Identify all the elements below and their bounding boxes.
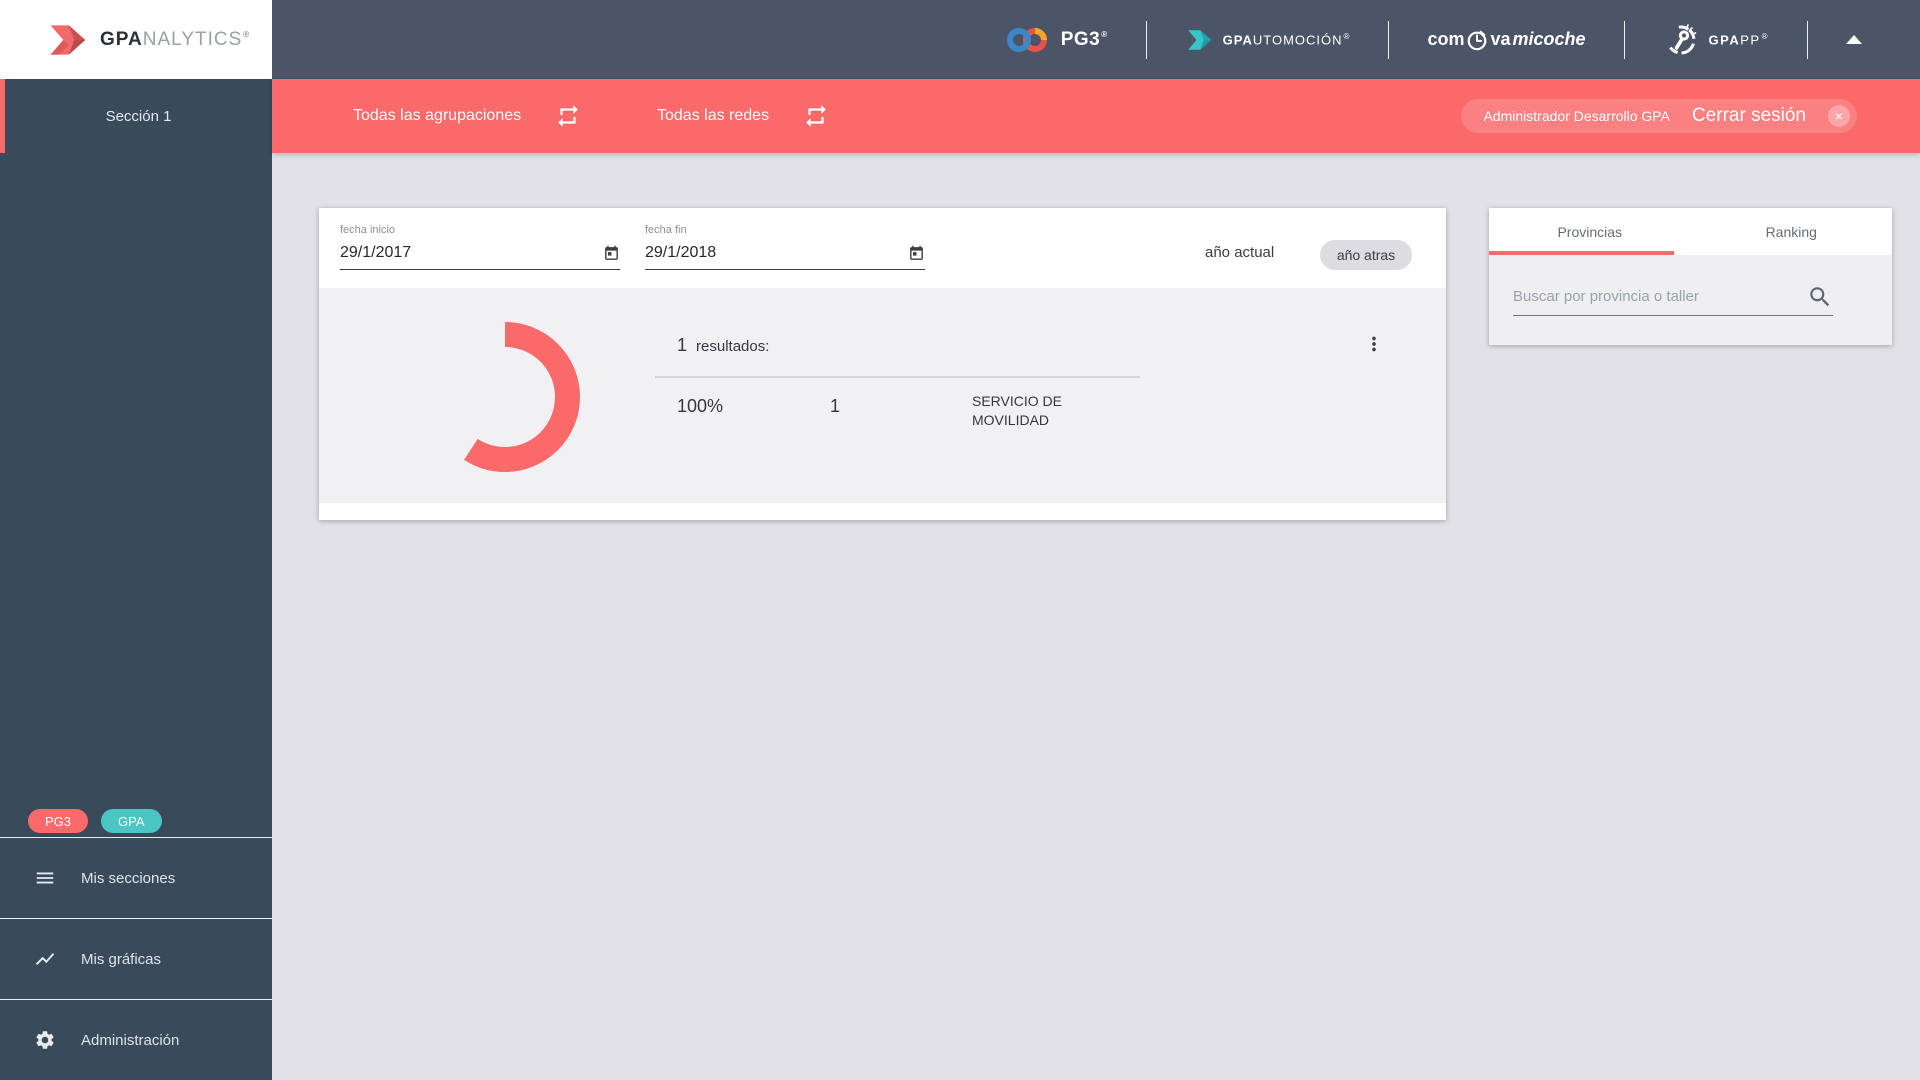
ano-actual-button[interactable]: año actual [1205, 244, 1274, 261]
page: GPANALYTICS® Sección 1 PG3 GPA Mis secci… [0, 0, 1920, 1080]
logo-reg-mark: ® [243, 30, 251, 40]
user-name-label: Administrador Desarrollo GPA [1483, 108, 1670, 124]
card-more-options-button[interactable] [1359, 329, 1389, 362]
top-header: PG3® GPAUTOMOCIÓN® com va micoche GPAPP® [272, 0, 1920, 79]
sidebar-item-administracion[interactable]: Administración [0, 999, 272, 1080]
header-divider [1807, 20, 1808, 59]
gpautomocion-arrow-icon [1187, 29, 1211, 50]
gpautomocion-logo: GPAUTOMOCIÓN® [1185, 27, 1351, 53]
pg3-badge-label: PG3 [45, 813, 72, 829]
results-count: 1 [677, 335, 688, 355]
logout-close-icon[interactable]: × [1828, 105, 1850, 127]
fecha-fin-label: fecha fin [645, 224, 687, 236]
gpapp-label: GPAPP® [1708, 31, 1769, 48]
gpautomocion-label: GPAUTOMOCIÓN® [1222, 31, 1351, 48]
comvamicoche-label: com va micoche [1427, 28, 1586, 52]
logo-bold: GPA [100, 28, 143, 50]
app-logo: GPANALYTICS® [0, 0, 272, 79]
provinces-panel: Provincias Ranking [1489, 208, 1892, 345]
wrench-gauge-icon [1666, 23, 1696, 54]
province-search-input[interactable] [1513, 288, 1807, 305]
gpanalytics-logo-icon [50, 24, 86, 55]
fecha-inicio-input[interactable] [340, 244, 603, 262]
list-icon [36, 872, 54, 884]
pg3-infinity-icon [1006, 27, 1047, 52]
results-count-label: resultados: [696, 338, 770, 355]
redes-filter-label: Todas las redes [657, 107, 770, 124]
sidebar: GPANALYTICS® Sección 1 PG3 GPA Mis secci… [0, 0, 272, 1080]
gpa-badge[interactable]: GPA [101, 809, 162, 833]
menu-item-label: Mis gráficas [81, 950, 162, 968]
fecha-fin-calendar-button[interactable] [908, 245, 925, 262]
results-divider [655, 376, 1140, 378]
results-heading: 1 resultados: [677, 335, 769, 356]
province-search-field [1513, 278, 1833, 316]
kebab-menu-icon [1372, 336, 1376, 352]
logo-rest: NALYTICS [142, 28, 243, 50]
comvamicoche-logo: com va micoche [1427, 28, 1586, 52]
result-row-percent: 100% [677, 396, 724, 416]
logout-button[interactable]: Cerrar sesión [1692, 105, 1806, 127]
tab-provincias[interactable]: Provincias [1489, 208, 1691, 255]
fecha-inicio-field: fecha inicio [340, 224, 620, 270]
repeat-icon [558, 105, 578, 127]
fecha-fin-field: fecha fin [645, 224, 925, 270]
menu-item-label: Mis secciones [81, 869, 176, 887]
fecha-fin-input[interactable] [645, 244, 908, 262]
repeat-icon [806, 105, 826, 127]
pg3-badge[interactable]: PG3 [28, 809, 89, 833]
app-logo-text: GPANALYTICS® [100, 29, 250, 51]
gpa-badge-label: GPA [118, 813, 145, 829]
result-row-label: SERVICIO DE MOVILIDAD [972, 393, 1062, 428]
fecha-inicio-calendar-button[interactable] [603, 245, 620, 262]
sidebar-item-mis-graficas[interactable]: Mis gráficas [0, 918, 272, 999]
gpapp-logo: GPAPP® [1663, 22, 1769, 58]
pg3-logo: PG3® [1005, 25, 1108, 55]
calendar-icon [605, 245, 618, 260]
gear-icon [36, 1031, 54, 1049]
fecha-inicio-label: fecha inicio [340, 224, 396, 236]
agrupaciones-filter-label: Todas las agrupaciones [353, 107, 522, 124]
search-icon [1810, 286, 1830, 306]
header-divider [1145, 20, 1147, 59]
sidebar-item-seccion-1[interactable]: Sección 1 [0, 79, 272, 153]
pg3-label: PG3® [1060, 28, 1108, 50]
panel-tabbar: Provincias Ranking [1489, 208, 1892, 255]
collapse-header-button[interactable] [1846, 35, 1862, 44]
sidebar-badges: PG3 GPA [28, 809, 162, 833]
ano-atras-button[interactable]: año atras [1320, 240, 1412, 270]
active-tab-indicator [1489, 251, 1675, 255]
filters-toolbar: Todas las agrupaciones Todas las redes A… [272, 79, 1920, 153]
section-tab-label: Sección 1 [105, 107, 172, 125]
header-divider [1388, 20, 1390, 59]
results-card: fecha inicio fecha fin [319, 208, 1446, 520]
chart-line-icon [35, 953, 55, 965]
header-divider [1623, 20, 1625, 59]
clock-icon [1468, 30, 1487, 50]
tab-ranking[interactable]: Ranking [1691, 208, 1893, 255]
calendar-icon [910, 245, 923, 260]
sidebar-item-mis-secciones[interactable]: Mis secciones [0, 837, 272, 918]
donut-chart [430, 322, 580, 472]
menu-item-label: Administración [81, 1031, 180, 1049]
sidebar-menu: Mis secciones Mis gráficas Administració… [0, 837, 272, 1080]
redes-filter-button[interactable]: Todas las redes [657, 79, 829, 153]
donut-arc [430, 322, 580, 472]
result-row-count: 1 [830, 396, 841, 416]
agrupaciones-filter-button[interactable]: Todas las agrupaciones [353, 79, 581, 153]
user-session-chip[interactable]: Administrador Desarrollo GPA Cerrar sesi… [1461, 99, 1857, 133]
